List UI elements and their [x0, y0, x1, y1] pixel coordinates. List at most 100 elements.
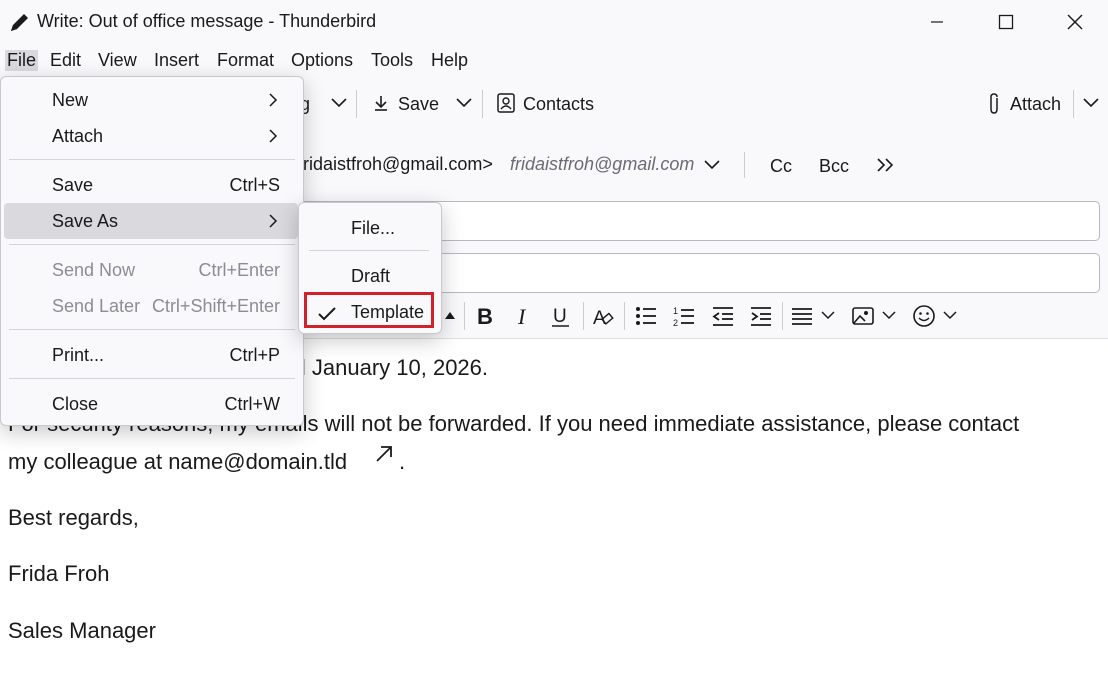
toolbar-divider — [482, 90, 483, 118]
minimize-button[interactable] — [902, 0, 972, 44]
font-size-arrow-icon[interactable] — [444, 310, 456, 320]
clear-formatting-icon[interactable]: A — [591, 304, 615, 328]
menu-item-label: Print... — [52, 345, 105, 365]
address-book-icon — [497, 93, 515, 113]
menu-file[interactable]: File — [5, 50, 39, 71]
decrease-indent-icon[interactable] — [711, 304, 735, 328]
menu-item-save[interactable]: Save Ctrl+S — [4, 167, 298, 203]
toolbar-divider — [356, 90, 357, 118]
menu-tools[interactable]: Tools — [371, 50, 413, 71]
increase-indent-icon[interactable] — [749, 304, 773, 328]
double-chevron-right-icon[interactable] — [875, 157, 895, 173]
close-window-button[interactable] — [1040, 0, 1108, 44]
svg-text:B: B — [477, 304, 493, 328]
svg-text:2: 2 — [673, 318, 678, 328]
chevron-right-icon — [269, 129, 278, 143]
menu-help[interactable]: Help — [431, 50, 468, 71]
header-divider — [744, 152, 745, 178]
checkmark-icon — [318, 307, 336, 321]
menu-item-attach[interactable]: Attach — [4, 118, 298, 154]
maximize-icon — [998, 14, 1014, 30]
menu-item-save-as[interactable]: Save As — [4, 203, 298, 239]
chevron-down-icon[interactable] — [455, 96, 473, 110]
contacts-button[interactable]: Contacts — [523, 94, 594, 115]
menu-item-new[interactable]: New — [4, 82, 298, 118]
submenu-item-file[interactable]: File... — [351, 218, 395, 239]
file-menu: New Attach Save Ctrl+S Save As Send Now … — [0, 76, 304, 426]
bulleted-list-icon[interactable] — [634, 304, 658, 328]
chevron-down-icon[interactable] — [703, 158, 721, 172]
format-divider — [624, 302, 625, 330]
menu-edit[interactable]: Edit — [50, 50, 81, 71]
format-divider — [782, 302, 783, 330]
menu-separator — [309, 250, 429, 251]
chevron-down-icon[interactable] — [942, 309, 958, 321]
menu-item-label: Close — [52, 394, 99, 414]
maximize-button[interactable] — [971, 0, 1041, 44]
emoji-icon[interactable] — [911, 304, 937, 330]
minimize-icon — [931, 21, 943, 23]
menu-item-send-later[interactable]: Send Later Ctrl+Shift+Enter — [4, 288, 298, 324]
menu-separator — [9, 159, 295, 160]
underline-icon[interactable]: U — [549, 304, 573, 328]
body-line-3-end: . — [399, 449, 406, 474]
italic-icon[interactable]: I — [512, 304, 536, 328]
menu-options[interactable]: Options — [291, 50, 353, 71]
menu-item-shortcut: Ctrl+Enter — [198, 260, 280, 280]
menu-item-shortcut: Ctrl+P — [229, 345, 280, 365]
menu-item-shortcut: Ctrl+W — [224, 394, 281, 414]
menu-view[interactable]: View — [98, 50, 137, 71]
menu-item-label: New — [52, 90, 89, 110]
attach-button[interactable]: Attach — [1010, 94, 1061, 115]
menu-item-label: Attach — [52, 126, 104, 146]
body-line-1: il January 10, 2026. — [296, 355, 489, 380]
chevron-right-icon — [269, 214, 278, 228]
title-bar: Write: Out of office message - Thunderbi… — [0, 0, 1108, 44]
format-divider — [464, 302, 465, 330]
paperclip-icon — [990, 93, 998, 114]
submenu-item-template[interactable]: Template — [351, 302, 424, 323]
menu-item-close[interactable]: Close Ctrl+W — [4, 386, 298, 422]
format-divider — [583, 302, 584, 330]
chevron-down-icon[interactable] — [820, 309, 836, 321]
body-regards: Best regards, — [8, 505, 139, 530]
submenu-item-draft[interactable]: Draft — [351, 266, 390, 287]
menu-item-print[interactable]: Print... Ctrl+P — [4, 337, 298, 373]
align-icon[interactable] — [790, 304, 814, 328]
cc-button[interactable]: Cc — [770, 156, 792, 177]
svg-text:I: I — [517, 304, 527, 328]
download-save-icon — [375, 96, 387, 111]
body-role: Sales Manager — [8, 618, 156, 643]
svg-text:U: U — [553, 306, 567, 327]
close-icon — [1067, 14, 1083, 30]
save-as-submenu: File... Draft Template — [298, 202, 442, 334]
menu-insert[interactable]: Insert — [154, 50, 199, 71]
bcc-button[interactable]: Bcc — [819, 156, 849, 177]
menu-item-label: Send Now — [52, 260, 136, 280]
menu-item-send-now[interactable]: Send Now Ctrl+Enter — [4, 252, 298, 288]
chevron-down-icon[interactable] — [1082, 96, 1100, 110]
menu-item-shortcut: Ctrl+S — [229, 175, 280, 195]
from-address[interactable]: fridaistfroh@gmail.com> — [298, 154, 493, 175]
menu-separator — [9, 244, 295, 245]
chevron-down-icon[interactable] — [330, 96, 348, 110]
menu-bar: File Edit View Insert Format Options Too… — [0, 44, 1108, 76]
bold-icon[interactable]: B — [474, 304, 498, 328]
insert-image-icon[interactable] — [851, 304, 875, 328]
menu-separator — [9, 329, 295, 330]
pencil-icon — [11, 14, 28, 31]
chevron-down-icon[interactable] — [881, 309, 897, 321]
body-name: Frida Froh — [8, 561, 110, 586]
body-line-3: my colleague at name@domain.tld — [8, 449, 348, 474]
external-link-icon[interactable] — [373, 443, 395, 465]
numbered-list-icon[interactable]: 12 — [672, 304, 696, 328]
menu-item-label: Save As — [52, 211, 119, 231]
from-identity[interactable]: fridaistfroh@gmail.com — [510, 154, 694, 175]
menu-item-label: Send Later — [52, 296, 141, 316]
chevron-right-icon — [269, 93, 278, 107]
save-button[interactable]: Save — [398, 94, 439, 115]
menu-item-label: Save — [52, 175, 94, 195]
menu-format[interactable]: Format — [217, 50, 274, 71]
menu-separator — [9, 378, 295, 379]
svg-text:1: 1 — [673, 306, 678, 316]
